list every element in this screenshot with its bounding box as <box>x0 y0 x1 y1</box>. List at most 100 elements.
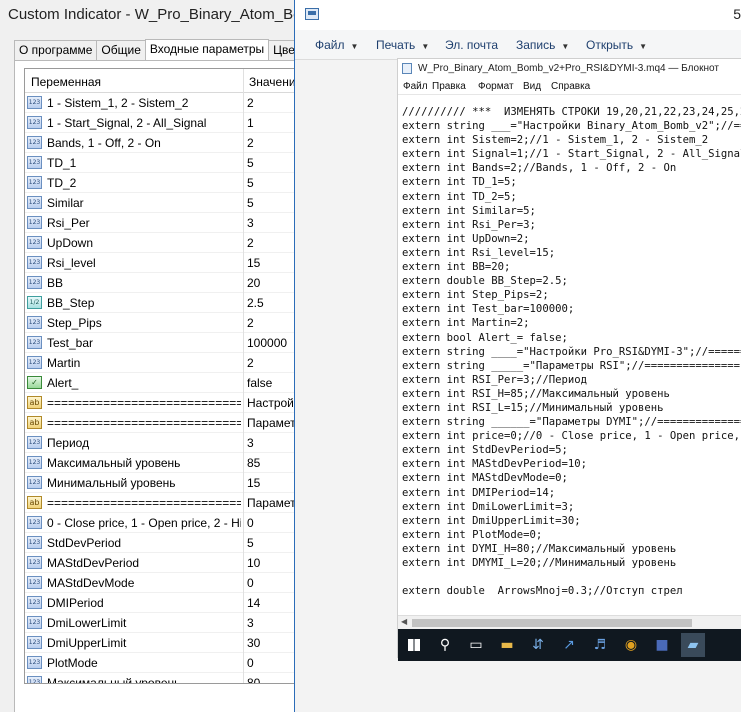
param-value[interactable]: 2.5 <box>247 296 296 310</box>
param-value[interactable]: 2 <box>247 316 296 330</box>
folder-icon[interactable]: ▬ <box>495 633 519 657</box>
int-type-icon: 123 <box>27 616 42 629</box>
param-row[interactable]: 1/2 BB_Step 2.5 <box>25 293 296 313</box>
param-row[interactable]: 123 PlotMode 0 <box>25 653 296 673</box>
param-value[interactable]: 2 <box>247 236 296 250</box>
notepad-menu-file[interactable]: Файл <box>403 81 428 92</box>
chevron-down-icon: ▼ <box>561 42 570 51</box>
param-row[interactable]: ab ============================== Параметр… <box>25 493 296 513</box>
param-row[interactable]: 123 Максимальный уровень 85 <box>25 453 296 473</box>
param-value[interactable]: Параметры <box>247 416 296 430</box>
scroll-left-icon[interactable]: ◀ <box>401 617 407 626</box>
param-value[interactable]: 3 <box>247 616 296 630</box>
param-row[interactable]: 123 Rsi_Per 3 <box>25 213 296 233</box>
param-row[interactable]: 123 Rsi_level 15 <box>25 253 296 273</box>
param-value[interactable]: 80 <box>247 676 296 683</box>
notepad-menu-edit[interactable]: Правка <box>432 81 466 92</box>
param-value[interactable]: 3 <box>247 216 296 230</box>
save-icon[interactable]: ■ <box>650 633 674 657</box>
notepad-menu-view[interactable]: Вид <box>523 81 541 92</box>
param-value[interactable]: false <box>247 376 296 390</box>
column-separator[interactable] <box>243 69 244 93</box>
param-row[interactable]: 123 TD_1 5 <box>25 153 296 173</box>
param-row[interactable]: 123 Период 3 <box>25 433 296 453</box>
tab-1[interactable]: Общие <box>96 40 146 61</box>
param-value[interactable]: 5 <box>247 156 296 170</box>
param-row[interactable]: 123 0 - Close price, 1 - Open price, 2 - … <box>25 513 296 533</box>
menu-email[interactable]: Эл. почта <box>445 38 498 52</box>
notepad-menu-help[interactable]: Справка <box>551 81 590 92</box>
param-value[interactable]: 85 <box>247 456 296 470</box>
menu-record[interactable]: Запись ▼ <box>516 38 569 52</box>
param-row[interactable]: ab ============================== Параметр… <box>25 413 296 433</box>
param-value[interactable]: 0 <box>247 576 296 590</box>
param-row[interactable]: 123 DmiLowerLimit 3 <box>25 613 296 633</box>
param-value[interactable]: 20 <box>247 276 296 290</box>
notepad-titlebar: W_Pro_Binary_Atom_Bomb_v2+Pro_RSI&DYMI-3… <box>398 59 741 79</box>
string-type-icon: ab <box>27 416 42 429</box>
param-value[interactable]: 15 <box>247 476 296 490</box>
column-header-value[interactable]: Значение <box>249 75 296 89</box>
param-row[interactable]: 123 TD_2 5 <box>25 173 296 193</box>
connect-icon[interactable]: ↗ <box>557 633 581 657</box>
param-row[interactable]: 123 BB 20 <box>25 273 296 293</box>
param-value[interactable]: 2 <box>247 356 296 370</box>
param-row[interactable]: ab ============================== Настройк… <box>25 393 296 413</box>
notepad-icon[interactable]: ▰ <box>681 633 705 657</box>
param-value[interactable]: 5 <box>247 196 296 210</box>
param-value[interactable]: 10 <box>247 556 296 570</box>
cell-separator <box>243 293 244 313</box>
param-row[interactable]: 123 Similar 5 <box>25 193 296 213</box>
param-value[interactable]: 14 <box>247 596 296 610</box>
param-row[interactable]: 123 1 - Start_Signal, 2 - All_Signal 1 <box>25 113 296 133</box>
menu-file[interactable]: Файл ▼ <box>315 38 358 52</box>
menu-print[interactable]: Печать ▼ <box>376 38 429 52</box>
horizontal-scrollbar[interactable]: ◀ <box>398 615 741 629</box>
param-value[interactable]: 3 <box>247 436 296 450</box>
tab-0[interactable]: О программе <box>14 40 98 61</box>
param-row[interactable]: 123 MAStdDevPeriod 10 <box>25 553 296 573</box>
param-value[interactable]: Настройки <box>247 396 296 410</box>
param-row[interactable]: 123 Bands, 1 - Off, 2 - On 2 <box>25 133 296 153</box>
int-type-icon: 123 <box>27 536 42 549</box>
param-value[interactable]: 15 <box>247 256 296 270</box>
scrollbar-thumb[interactable] <box>412 619 692 627</box>
param-row[interactable]: 123 Максимальный уровень 80 <box>25 673 296 683</box>
param-row[interactable]: 123 StdDevPeriod 5 <box>25 533 296 553</box>
param-value[interactable]: 2 <box>247 96 296 110</box>
tab-2[interactable]: Входные параметры <box>144 39 270 62</box>
chrome-icon[interactable]: ◉ <box>619 633 643 657</box>
param-row[interactable]: 123 MAStdDevMode 0 <box>25 573 296 593</box>
param-value[interactable]: 2 <box>247 136 296 150</box>
param-value[interactable]: 30 <box>247 636 296 650</box>
task-view-icon[interactable]: ▭ <box>464 633 488 657</box>
param-row[interactable]: ✓ Alert_ false <box>25 373 296 393</box>
param-row[interactable]: 123 DMIPeriod 14 <box>25 593 296 613</box>
cell-separator <box>243 513 244 533</box>
param-value[interactable]: 0 <box>247 656 296 670</box>
param-row[interactable]: 123 Step_Pips 2 <box>25 313 296 333</box>
menu-open[interactable]: Открыть ▼ <box>586 38 647 52</box>
param-value[interactable]: Параметры <box>247 496 296 510</box>
param-row[interactable]: 123 DmiUpperLimit 30 <box>25 633 296 653</box>
notepad-menu-format[interactable]: Формат <box>478 81 514 92</box>
start-icon[interactable] <box>402 633 426 657</box>
tab-3[interactable]: Цвета <box>268 40 296 61</box>
param-row[interactable]: 123 Test_bar 100000 <box>25 333 296 353</box>
param-value[interactable]: 5 <box>247 536 296 550</box>
column-header-variable[interactable]: Переменная <box>31 75 101 89</box>
param-row[interactable]: 123 UpDown 2 <box>25 233 296 253</box>
network-icon[interactable]: ⇵ <box>526 633 550 657</box>
param-value[interactable]: 1 <box>247 116 296 130</box>
param-value[interactable]: 5 <box>247 176 296 190</box>
notepad-text-area[interactable]: ////////// *** ИЗМЕНЯТЬ СТРОКИ 19,20,21,… <box>402 105 741 615</box>
media-icon[interactable]: ♬ <box>588 633 612 657</box>
param-name: ============================== <box>47 416 241 430</box>
param-row[interactable]: 123 1 - Sistem_1, 2 - Sistem_2 2 <box>25 93 296 113</box>
param-value[interactable]: 100000 <box>247 336 296 350</box>
param-row[interactable]: 123 Martin 2 <box>25 353 296 373</box>
search-icon[interactable]: ⚲ <box>433 633 457 657</box>
param-row[interactable]: 123 Минимальный уровень 15 <box>25 473 296 493</box>
param-value[interactable]: 0 <box>247 516 296 530</box>
cell-separator <box>243 313 244 333</box>
